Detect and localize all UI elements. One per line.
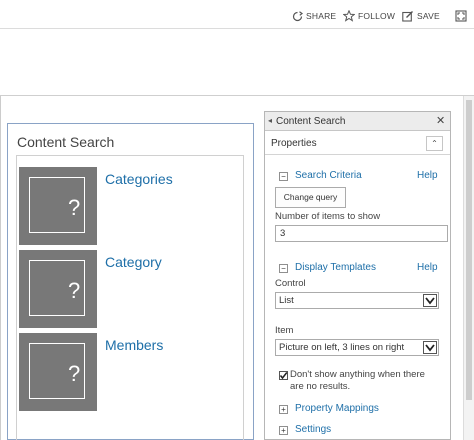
result-item[interactable]: ? Category	[19, 250, 243, 328]
checkmark-icon	[279, 372, 288, 380]
result-item[interactable]: ? Members	[19, 333, 243, 411]
item-label: Item	[275, 325, 294, 336]
display-templates-title[interactable]: Display Templates	[295, 262, 376, 273]
save-edit-icon	[402, 11, 413, 22]
focus-content-icon	[455, 10, 467, 22]
search-criteria-help-link[interactable]: Help	[417, 170, 438, 181]
edit-area-edge	[0, 96, 1, 440]
property-mappings-title[interactable]: Property Mappings	[295, 403, 379, 414]
save-label: SAVE	[417, 11, 440, 21]
item-select-value: Picture on left, 3 lines on right	[279, 342, 405, 353]
result-thumbnail: ?	[19, 167, 97, 245]
tool-pane-title: Content Search	[276, 116, 346, 127]
back-arrow-icon[interactable]: ◂	[268, 116, 272, 125]
focus-content-button[interactable]	[455, 9, 470, 23]
follow-label: FOLLOW	[358, 11, 396, 21]
properties-label: Properties	[271, 138, 317, 149]
dont-show-label: Don't show anything when there are no re…	[290, 369, 425, 392]
tool-pane: ◂ Content Search ✕ Properties ⌃ − Search…	[264, 111, 451, 440]
result-item[interactable]: ? Categories	[19, 167, 243, 245]
search-criteria-toggle[interactable]: −	[279, 172, 288, 181]
scrollbar-thumb[interactable]	[466, 100, 472, 400]
share-icon	[292, 10, 303, 21]
collapse-chevron-icon[interactable]: ⌃	[426, 136, 443, 151]
item-select[interactable]: Picture on left, 3 lines on right	[275, 339, 439, 356]
control-select-value: List	[279, 295, 294, 306]
thumbnail-mark: ?	[68, 361, 81, 386]
control-select[interactable]: List	[275, 292, 439, 309]
property-mappings-toggle[interactable]: +	[279, 405, 288, 414]
page-scrollbar[interactable]	[463, 96, 474, 440]
properties-bar: Properties ⌃	[265, 133, 450, 155]
result-thumbnail: ?	[19, 333, 97, 411]
display-templates-help-link[interactable]: Help	[417, 262, 438, 273]
top-action-bar: SHARE FOLLOW SAVE	[0, 0, 474, 28]
webpart-title: Content Search	[17, 134, 115, 150]
star-icon	[343, 10, 355, 22]
result-thumbnail: ?	[19, 250, 97, 328]
chevron-down-icon[interactable]	[423, 294, 437, 307]
settings-title[interactable]: Settings	[295, 424, 331, 435]
items-to-show-label: Number of items to show	[275, 211, 381, 222]
search-criteria-title[interactable]: Search Criteria	[295, 170, 362, 181]
top-divider	[0, 28, 474, 29]
results-container: ? Categories ? Category ? Members	[16, 155, 244, 440]
items-to-show-input[interactable]: 3	[275, 225, 448, 242]
settings-toggle[interactable]: +	[279, 426, 288, 435]
edit-area-divider	[0, 95, 474, 96]
dont-show-checkbox[interactable]	[279, 371, 288, 380]
thumbnail-mark: ?	[68, 278, 81, 303]
result-title-link[interactable]: Category	[105, 254, 162, 270]
control-label: Control	[275, 278, 306, 289]
close-icon[interactable]: ✕	[436, 114, 445, 127]
result-title-link[interactable]: Members	[105, 337, 163, 353]
thumbnail-mark: ?	[68, 195, 81, 220]
save-button[interactable]: SAVE	[402, 9, 440, 23]
share-label: SHARE	[306, 11, 337, 21]
follow-button[interactable]: FOLLOW	[343, 9, 395, 23]
change-query-button[interactable]: Change query	[275, 187, 346, 208]
chevron-down-icon[interactable]	[423, 341, 437, 354]
content-search-webpart[interactable]: Content Search ? Categories ? Category ?…	[7, 123, 254, 440]
result-title-link[interactable]: Categories	[105, 171, 173, 187]
display-templates-toggle[interactable]: −	[279, 264, 288, 273]
share-button[interactable]: SHARE	[292, 9, 336, 23]
tool-pane-header: ◂ Content Search ✕	[265, 112, 450, 131]
